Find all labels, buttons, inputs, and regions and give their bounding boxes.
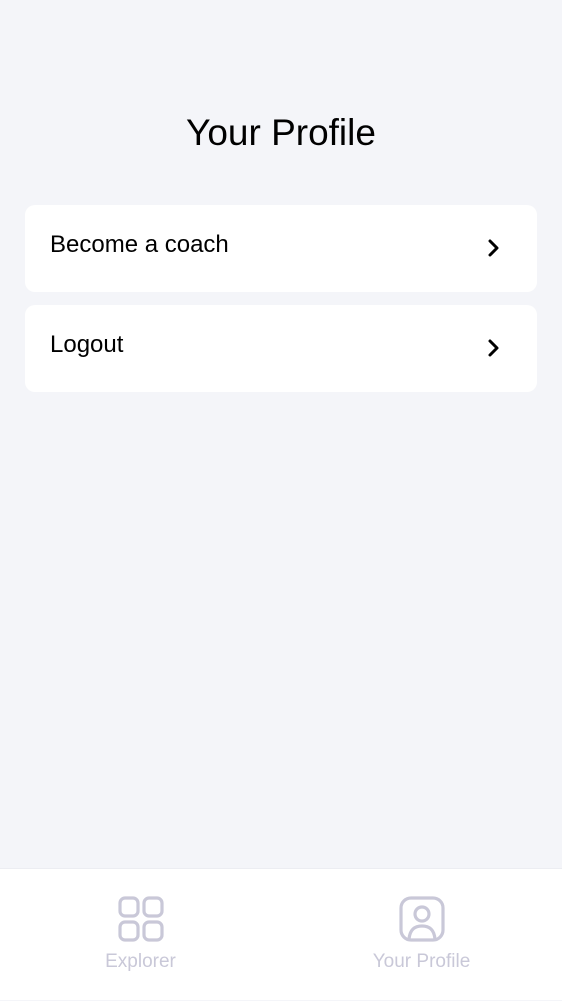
- nav-tab-your-profile-label: Your Profile: [372, 951, 471, 972]
- logout-label: Logout: [50, 331, 124, 358]
- grid-icon: [117, 896, 164, 942]
- logout-button[interactable]: Logout: [25, 305, 537, 392]
- nav-tab-explorer[interactable]: Explorer: [0, 869, 281, 1001]
- become-coach-label: Become a coach: [50, 231, 229, 258]
- nav-tab-your-profile[interactable]: Your Profile: [281, 869, 562, 1001]
- profile-menu: Become a coach Logout: [25, 205, 537, 405]
- become-coach-button[interactable]: Become a coach: [25, 205, 537, 292]
- chevron-right-icon: [488, 239, 499, 257]
- profile-icon: [398, 896, 445, 942]
- nav-tab-explorer-label: Explorer: [105, 951, 176, 972]
- page-title: Your Profile: [186, 112, 376, 153]
- chevron-right-icon: [488, 339, 499, 357]
- bottom-nav: Explorer Your Profile: [0, 868, 562, 1000]
